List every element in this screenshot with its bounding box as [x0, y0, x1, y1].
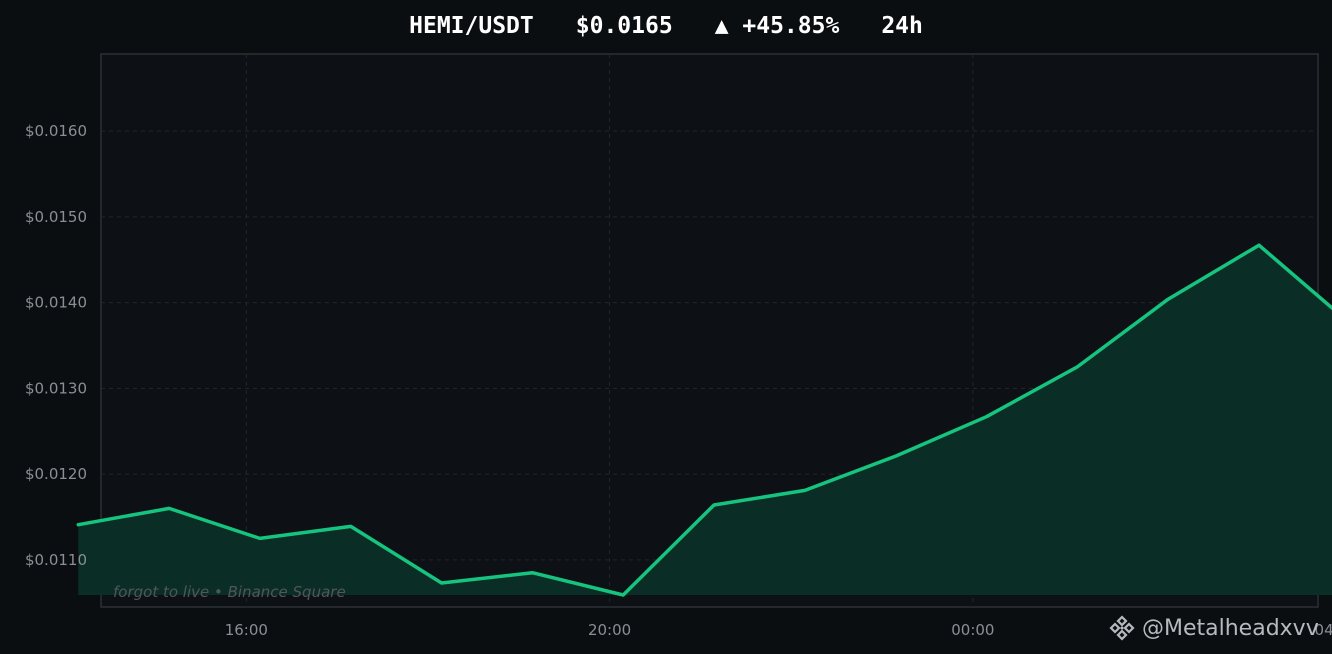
y-tick-label: $0.0150: [25, 208, 87, 226]
y-tick-label: $0.0160: [25, 122, 87, 140]
y-tick-label: $0.0120: [25, 465, 87, 483]
y-axis-ticks: $0.0110 $0.0120 $0.0130 $0.0140 $0.0150 $0.01…: [25, 122, 87, 569]
watermark-handle: @Metalheadxvv: [1142, 615, 1319, 641]
y-tick-label: $0.0140: [25, 294, 87, 312]
y-tick-label: $0.0110: [25, 551, 87, 569]
x-tick-label: 00:00: [951, 621, 994, 639]
x-tick-label: 16:00: [225, 621, 268, 639]
caption: forgot to live • Binance Square: [113, 583, 346, 601]
watermark: @Metalheadxvv: [1108, 612, 1319, 644]
y-tick-label: $0.0130: [25, 379, 87, 397]
binance-logo-icon: [1109, 615, 1135, 641]
price-chart: $0.0110 $0.0120 $0.0130 $0.0140 $0.0150 $0.01…: [25, 53, 1332, 639]
x-tick-label: 20:00: [588, 621, 631, 639]
